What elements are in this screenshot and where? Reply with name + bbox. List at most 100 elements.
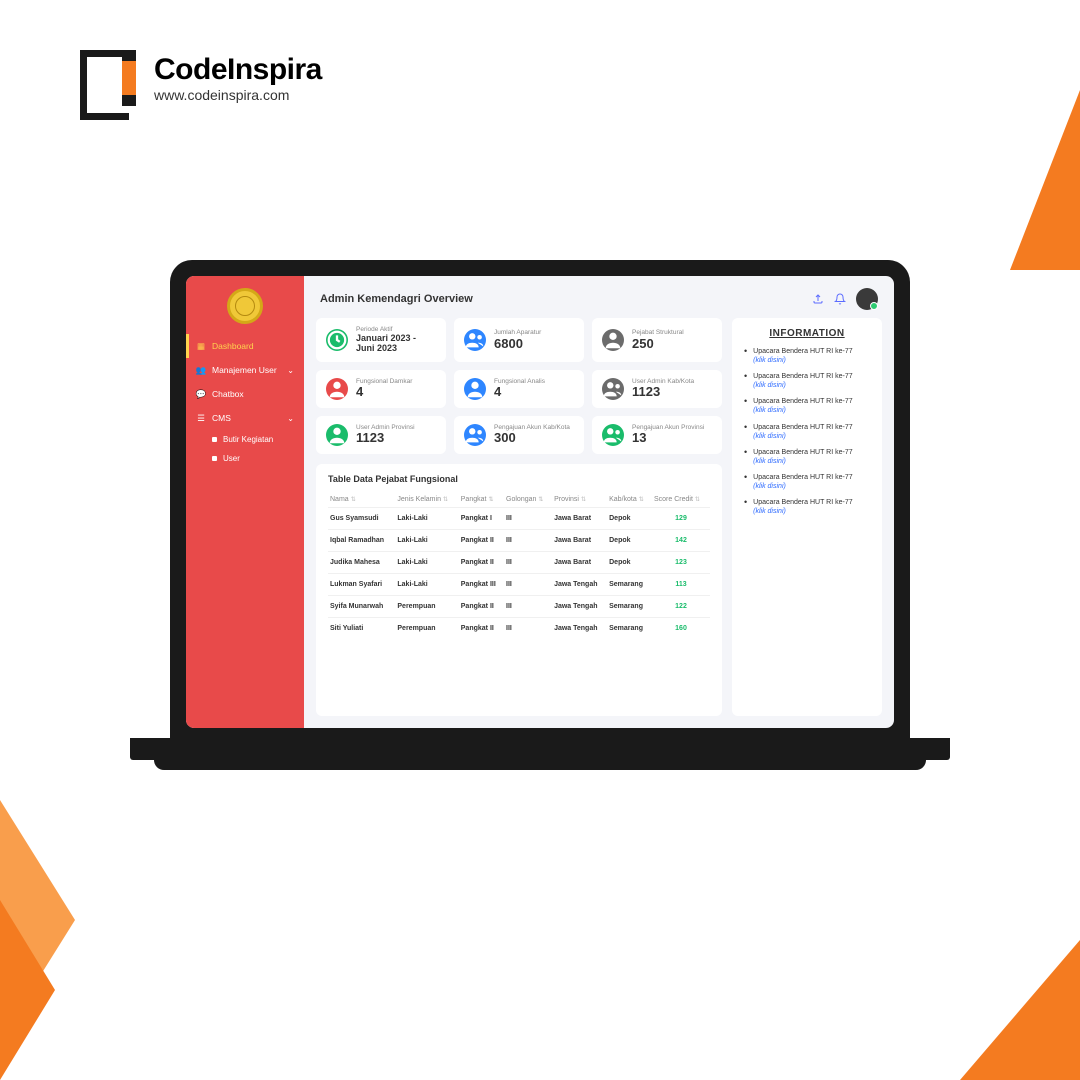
avatar[interactable] bbox=[856, 288, 878, 310]
table-header[interactable]: Pangkat⇅ bbox=[459, 492, 504, 508]
table-row[interactable]: Gus SyamsudiLaki-LakiPangkat IIIIJawa Ba… bbox=[328, 507, 710, 529]
table-cell: Jawa Tengah bbox=[552, 573, 607, 595]
table-cell: Iqbal Ramadhan bbox=[328, 529, 395, 551]
info-text: Upacara Bendera HUT RI ke-77 bbox=[753, 474, 852, 481]
sort-icon: ⇅ bbox=[581, 497, 586, 503]
table-cell: Laki-Laki bbox=[395, 507, 458, 529]
nav-icon: ☰ bbox=[196, 413, 206, 423]
table-cell: III bbox=[504, 573, 552, 595]
table-cell: Depok bbox=[607, 529, 652, 551]
table-cell: 142 bbox=[652, 529, 710, 551]
sidebar-item-manajemen-user[interactable]: 👥Manajemen User⌄ bbox=[186, 358, 304, 382]
card-icon bbox=[602, 424, 624, 446]
laptop-mockup: ▦Dashboard👥Manajemen User⌄💬Chatbox ☰ CMS ⌄ B… bbox=[170, 260, 910, 760]
table-cell: Pangkat II bbox=[459, 595, 504, 617]
info-text: Upacara Bendera HUT RI ke-77 bbox=[753, 499, 852, 506]
topbar: Admin Kemendagri Overview bbox=[304, 276, 894, 318]
sidebar-subitem-butir-kegiatan[interactable]: Butir Kegiatan bbox=[186, 430, 304, 449]
info-text: Upacara Bendera HUT RI ke-77 bbox=[753, 449, 852, 456]
table-header[interactable]: Provinsi⇅ bbox=[552, 492, 607, 508]
card-value: 4 bbox=[494, 385, 545, 399]
table-cell: Lukman Syafari bbox=[328, 573, 395, 595]
brand-name: CodeInspira bbox=[154, 53, 322, 87]
export-icon[interactable] bbox=[812, 293, 824, 305]
table-title: Table Data Pejabat Fungsional bbox=[328, 474, 710, 484]
table-cell: Jawa Barat bbox=[552, 529, 607, 551]
nav-icon: 👥 bbox=[196, 365, 206, 375]
table-cell: Judika Mahesa bbox=[328, 551, 395, 573]
info-item: Upacara Bendera HUT RI ke-77(klik disini… bbox=[744, 372, 870, 390]
table-row[interactable]: Lukman SyafariLaki-LakiPangkat IIIIIIJaw… bbox=[328, 573, 710, 595]
card-value: 4 bbox=[356, 385, 412, 399]
sidebar-item-cms[interactable]: ☰ CMS ⌄ bbox=[186, 406, 304, 430]
card-icon bbox=[602, 329, 624, 351]
table-header[interactable]: Jenis Kelamin⇅ bbox=[395, 492, 458, 508]
info-link[interactable]: (klik disini) bbox=[753, 407, 786, 414]
info-text: Upacara Bendera HUT RI ke-77 bbox=[753, 398, 852, 405]
info-item: Upacara Bendera HUT RI ke-77(klik disini… bbox=[744, 347, 870, 365]
card-icon bbox=[464, 329, 486, 351]
sort-icon: ⇅ bbox=[695, 497, 700, 503]
card-value: 300 bbox=[494, 431, 570, 445]
app-root: ▦Dashboard👥Manajemen User⌄💬Chatbox ☰ CMS ⌄ B… bbox=[186, 276, 894, 728]
table-header[interactable]: Golongan⇅ bbox=[504, 492, 552, 508]
info-item: Upacara Bendera HUT RI ke-77 (klik disini… bbox=[744, 498, 870, 516]
table-cell: III bbox=[504, 617, 552, 639]
table-cell: Gus Syamsudi bbox=[328, 507, 395, 529]
info-item: Upacara Bendera HUT RI ke-77 (klik disini… bbox=[744, 448, 870, 466]
table-cell: 160 bbox=[652, 617, 710, 639]
table-header[interactable]: Kab/kota⇅ bbox=[607, 492, 652, 508]
card-icon bbox=[326, 424, 348, 446]
info-link[interactable]: (klik disini) bbox=[753, 433, 786, 440]
table-row[interactable]: Siti YuliatiPerempuanPangkat IIIIIJawa T… bbox=[328, 617, 710, 639]
info-link[interactable]: (klik disini) bbox=[753, 508, 786, 515]
table-cell: Laki-Laki bbox=[395, 551, 458, 573]
table-cell: Semarang bbox=[607, 617, 652, 639]
table-cell: Semarang bbox=[607, 595, 652, 617]
info-link[interactable]: (klik disini) bbox=[753, 357, 786, 364]
table-row[interactable]: Iqbal RamadhanLaki-LakiPangkat IIIIIJawa… bbox=[328, 529, 710, 551]
card-label: Fungsional Damkar bbox=[356, 378, 412, 386]
sort-icon: ⇅ bbox=[351, 497, 356, 503]
table-cell: 122 bbox=[652, 595, 710, 617]
stat-card-fungsional-analis: Fungsional Analis4 bbox=[454, 370, 584, 408]
sidebar-item-dashboard[interactable]: ▦Dashboard bbox=[186, 334, 304, 358]
card-label: Fungsional Analis bbox=[494, 378, 545, 386]
info-panel: INFORMATION Upacara Bendera HUT RI ke-77… bbox=[732, 318, 882, 716]
table-cell: Perempuan bbox=[395, 595, 458, 617]
card-icon bbox=[464, 378, 486, 400]
table-cell: III bbox=[504, 529, 552, 551]
table-row[interactable]: Judika MahesaLaki-LakiPangkat IIIIIJawa … bbox=[328, 551, 710, 573]
nav-label: CMS bbox=[212, 413, 231, 423]
info-link[interactable]: (klik disini) bbox=[753, 483, 786, 490]
sidebar-subitem-user[interactable]: User bbox=[186, 449, 304, 468]
table-header[interactable]: Nama⇅ bbox=[328, 492, 395, 508]
info-link[interactable]: (klik disini) bbox=[753, 458, 786, 465]
stat-card-user-admin-kab-kota: User Admin Kab/Kota1123 bbox=[592, 370, 722, 408]
stat-card-user-admin-provinsi: User Admin Provinsi1123 bbox=[316, 416, 446, 454]
sidebar: ▦Dashboard👥Manajemen User⌄💬Chatbox ☰ CMS ⌄ B… bbox=[186, 276, 304, 728]
table-cell: 129 bbox=[652, 507, 710, 529]
table-cell: III bbox=[504, 507, 552, 529]
stat-card-pengajuan-akun-kab-kota: Pengajuan Akun Kab/Kota300 bbox=[454, 416, 584, 454]
card-icon bbox=[326, 329, 348, 351]
chevron-down-icon: ⌄ bbox=[287, 414, 294, 423]
table-cell: Laki-Laki bbox=[395, 573, 458, 595]
stat-card-pengajuan-akun-provinsi: Pengajuan Akun Provinsi13 bbox=[592, 416, 722, 454]
nav-label: Dashboard bbox=[212, 341, 254, 351]
info-item: Upacara Bendera HUT RI ke-77 (klik disini… bbox=[744, 473, 870, 491]
stat-card-jumlah-aparatur: Jumlah Aparatur6800 bbox=[454, 318, 584, 362]
table-row[interactable]: Syifa MunarwahPerempuanPangkat IIIIIJawa… bbox=[328, 595, 710, 617]
stats-cards: Periode AktifJanuari 2023 - Juni 2023Jum… bbox=[316, 318, 722, 454]
stat-card-fungsional-damkar: Fungsional Damkar4 bbox=[316, 370, 446, 408]
card-value: 13 bbox=[632, 431, 704, 445]
decor-triangle-top-right bbox=[1010, 90, 1080, 270]
info-link[interactable]: (klik disini) bbox=[753, 382, 786, 389]
sort-icon: ⇅ bbox=[443, 497, 448, 503]
sidebar-item-chatbox[interactable]: 💬Chatbox bbox=[186, 382, 304, 406]
brand-logo-icon bbox=[80, 50, 136, 106]
table-header[interactable]: Score Credit⇅ bbox=[652, 492, 710, 508]
table-cell: Laki-Laki bbox=[395, 529, 458, 551]
data-table: Nama⇅Jenis Kelamin⇅Pangkat⇅Golongan⇅Prov… bbox=[328, 492, 710, 639]
notification-icon[interactable] bbox=[834, 293, 846, 305]
